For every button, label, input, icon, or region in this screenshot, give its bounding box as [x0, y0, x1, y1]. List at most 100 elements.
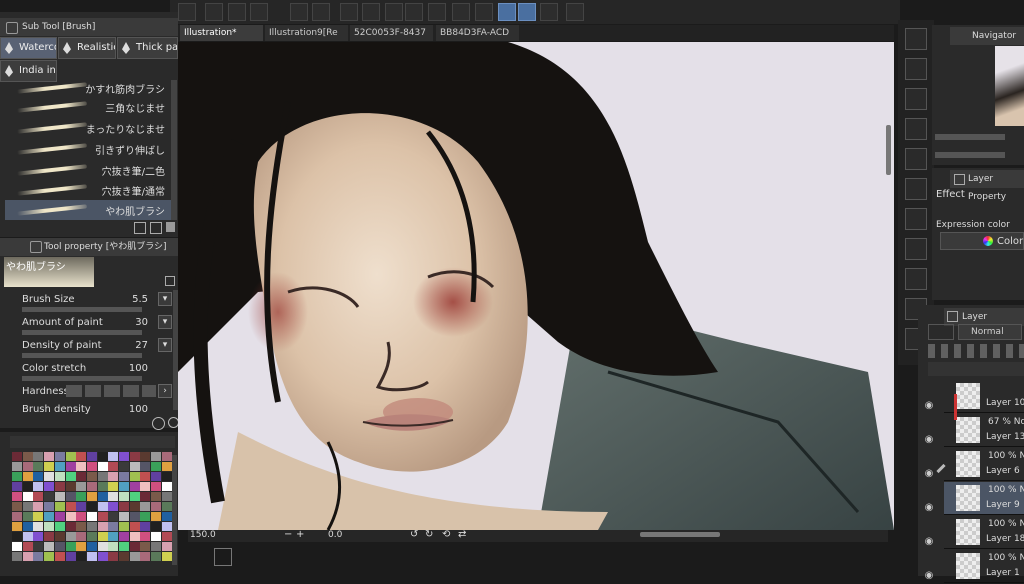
color-swatch[interactable] [44, 462, 55, 471]
illustration-canvas[interactable] [178, 42, 894, 530]
brush-item[interactable]: まったりなじませ [5, 118, 171, 138]
hardness-control[interactable]: Hardness › [22, 384, 174, 406]
color-swatch[interactable] [12, 522, 22, 531]
pen-icon[interactable] [498, 3, 516, 21]
color-swatch[interactable] [129, 462, 140, 471]
image-icon[interactable] [905, 268, 927, 290]
color-swatch[interactable] [33, 482, 44, 491]
zoom-out-icon[interactable]: − [284, 529, 292, 540]
color-swatch[interactable] [108, 522, 119, 531]
stretch-slider[interactable] [22, 376, 142, 381]
color-swatch[interactable] [22, 482, 33, 491]
color-swatch[interactable] [76, 492, 87, 501]
color-swatch[interactable] [54, 462, 65, 471]
color-swatch[interactable] [129, 532, 140, 541]
color-swatch[interactable] [86, 492, 97, 501]
color-swatch[interactable] [76, 502, 87, 511]
color-swatch[interactable] [44, 542, 55, 551]
layer-tools-row[interactable] [928, 344, 1024, 358]
fill-icon[interactable] [385, 3, 403, 21]
color-swatch[interactable] [151, 502, 162, 511]
lock-icon[interactable] [165, 276, 175, 286]
stretch-value[interactable]: 100 [129, 363, 148, 374]
color-swatch[interactable] [33, 512, 44, 521]
color-swatch[interactable] [140, 532, 151, 541]
color-swatch[interactable] [65, 482, 76, 491]
color-swatch[interactable] [151, 542, 162, 551]
color-swatch[interactable] [140, 462, 151, 471]
color-swatch[interactable] [86, 532, 97, 541]
tab-bb84d3fa[interactable]: BB84D3FA-ACD [436, 25, 520, 41]
color-swatch[interactable] [65, 472, 76, 481]
brush-size-slider[interactable] [22, 307, 142, 312]
color-swatch[interactable] [129, 492, 140, 501]
frame-icon[interactable] [475, 3, 493, 21]
color-swatch[interactable] [161, 542, 172, 551]
color-swatch[interactable] [65, 502, 76, 511]
trash-icon[interactable] [166, 222, 175, 232]
color-swatch[interactable] [119, 552, 129, 561]
color-swatch[interactable] [12, 532, 22, 541]
color-swatch[interactable] [108, 542, 119, 551]
color-swatch[interactable] [86, 472, 97, 481]
color-swatch[interactable] [65, 492, 76, 501]
color-swatch[interactable] [76, 552, 87, 561]
color-swatch[interactable] [108, 552, 119, 561]
navigator-thumbnail[interactable] [995, 46, 1024, 126]
color-swatch[interactable] [108, 452, 119, 461]
color-swatch[interactable] [12, 452, 22, 461]
pen-line-icon[interactable] [540, 3, 558, 21]
color-swatch[interactable] [151, 482, 162, 491]
color-swatch[interactable] [97, 472, 108, 481]
color-swatch[interactable] [97, 492, 108, 501]
brush-item-selected[interactable]: やわ肌ブラシ [5, 200, 171, 220]
color-swatch[interactable] [97, 542, 108, 551]
color-swatch[interactable] [119, 522, 129, 531]
layer-mode-button[interactable] [928, 324, 954, 340]
panel-toggle-icon[interactable] [214, 548, 232, 566]
copy-subtool-icon[interactable] [150, 222, 162, 234]
color-swatch[interactable] [140, 502, 151, 511]
color-swatch[interactable] [33, 462, 44, 471]
ruler-icon[interactable] [428, 3, 446, 21]
density-control[interactable]: Density of paint 27 ▾ [22, 338, 174, 360]
color-swatch[interactable] [54, 532, 65, 541]
color-swatch[interactable] [140, 472, 151, 481]
color-swatch[interactable] [54, 452, 65, 461]
layer-row[interactable]: 100 % No Layer 1 [944, 550, 1024, 583]
color-swatch[interactable] [108, 482, 119, 491]
hardness-swatches[interactable] [66, 385, 156, 397]
amount-slider[interactable] [22, 330, 142, 335]
color-swatch[interactable] [129, 522, 140, 531]
color-swatch[interactable] [33, 542, 44, 551]
brush-item[interactable]: 穴抜き筆/通常 [5, 180, 171, 200]
color-swatch[interactable] [86, 512, 97, 521]
color-swatch[interactable] [44, 552, 55, 561]
color-swatch[interactable] [12, 462, 22, 471]
color-swatch[interactable] [12, 512, 22, 521]
color-swatch[interactable] [151, 452, 162, 461]
color-swatch[interactable] [161, 492, 172, 501]
layer-visibility-icon[interactable]: ◉ [921, 536, 937, 550]
tab-52c0053f[interactable]: 52C0053F-8437 [350, 25, 434, 41]
layer-visibility-icon[interactable]: ◉ [921, 468, 937, 482]
color-swatch[interactable] [119, 482, 129, 491]
color-swatch[interactable] [108, 472, 119, 481]
color-swatch[interactable] [129, 502, 140, 511]
add-subtool-icon[interactable] [134, 222, 146, 234]
color-swap-icon[interactable] [452, 3, 470, 21]
color-swatch[interactable] [65, 522, 76, 531]
color-swatch[interactable] [54, 492, 65, 501]
color-swatch[interactable] [97, 522, 108, 531]
color-swatch[interactable] [76, 482, 87, 491]
color-swatch[interactable] [86, 552, 97, 561]
color-swatch[interactable] [54, 472, 65, 481]
color-swatch[interactable] [12, 552, 22, 561]
brush-item[interactable]: 三角なじませ [5, 97, 171, 117]
color-swatch[interactable] [44, 492, 55, 501]
color-swatch[interactable] [129, 472, 140, 481]
new-file-icon[interactable] [205, 3, 223, 21]
color-swatch[interactable] [97, 552, 108, 561]
color-swatch[interactable] [108, 512, 119, 521]
loading-icon[interactable] [340, 3, 358, 21]
